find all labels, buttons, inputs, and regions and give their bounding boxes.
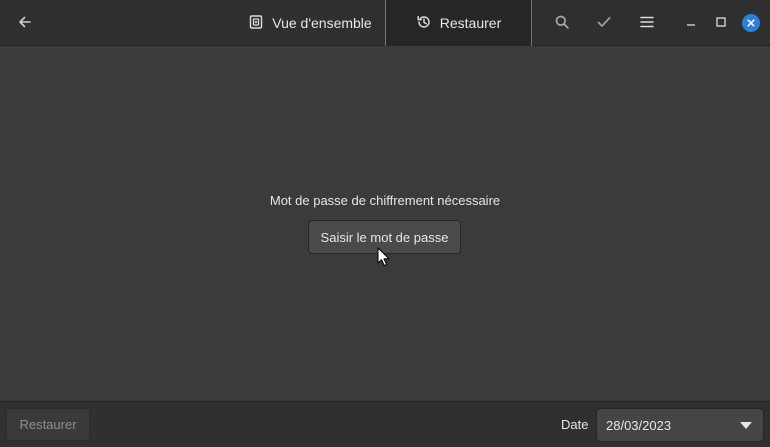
select-button[interactable] bbox=[586, 0, 622, 46]
footer-bar: Restaurer Date 28/03/2023 bbox=[0, 401, 770, 447]
date-value: 28/03/2023 bbox=[606, 417, 672, 433]
maximize-button[interactable] bbox=[709, 0, 733, 46]
history-icon bbox=[416, 14, 432, 33]
restore-button[interactable]: Restaurer bbox=[6, 408, 90, 441]
minimize-button[interactable] bbox=[679, 0, 703, 46]
check-icon bbox=[596, 14, 612, 33]
close-button[interactable] bbox=[739, 0, 763, 46]
date-select[interactable]: 28/03/2023 bbox=[596, 408, 764, 442]
menu-icon bbox=[639, 14, 655, 33]
chevron-down-icon bbox=[740, 422, 752, 429]
tab-overview-label: Vue d'ensemble bbox=[272, 15, 372, 31]
overview-icon bbox=[248, 14, 264, 33]
tab-restore-label: Restaurer bbox=[439, 15, 502, 31]
back-button[interactable] bbox=[6, 0, 44, 46]
search-button[interactable] bbox=[544, 0, 580, 46]
maximize-icon bbox=[715, 16, 727, 31]
main-menu-button[interactable] bbox=[629, 0, 665, 46]
main-content: Mot de passe de chiffrement nécessaire S… bbox=[0, 47, 770, 401]
tab-restore[interactable]: Restaurer bbox=[385, 0, 532, 46]
arrow-left-icon bbox=[17, 14, 33, 33]
search-icon bbox=[554, 14, 570, 33]
minimize-icon bbox=[685, 16, 697, 31]
encryption-password-message: Mot de passe de chiffrement nécessaire bbox=[269, 193, 501, 208]
close-icon bbox=[742, 14, 760, 32]
header-bar: Vue d'ensemble Restaurer bbox=[0, 0, 770, 46]
tab-overview[interactable]: Vue d'ensemble bbox=[236, 0, 384, 46]
date-label: Date bbox=[561, 417, 589, 432]
mouse-pointer-icon bbox=[377, 247, 390, 270]
